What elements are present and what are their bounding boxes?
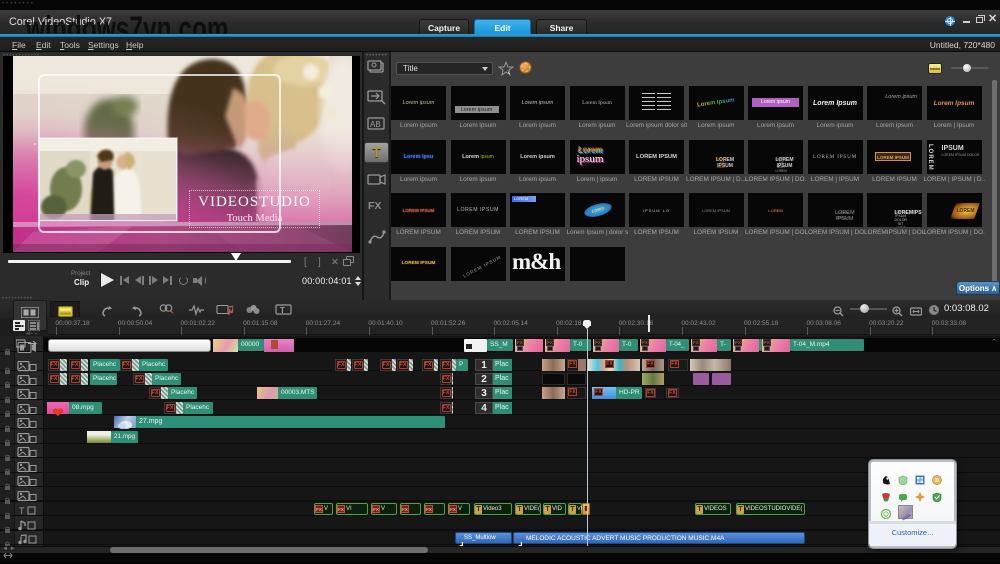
svg-text:T: T	[280, 306, 285, 315]
svg-text:AB: AB	[370, 120, 381, 129]
svg-text:T: T	[19, 506, 25, 516]
